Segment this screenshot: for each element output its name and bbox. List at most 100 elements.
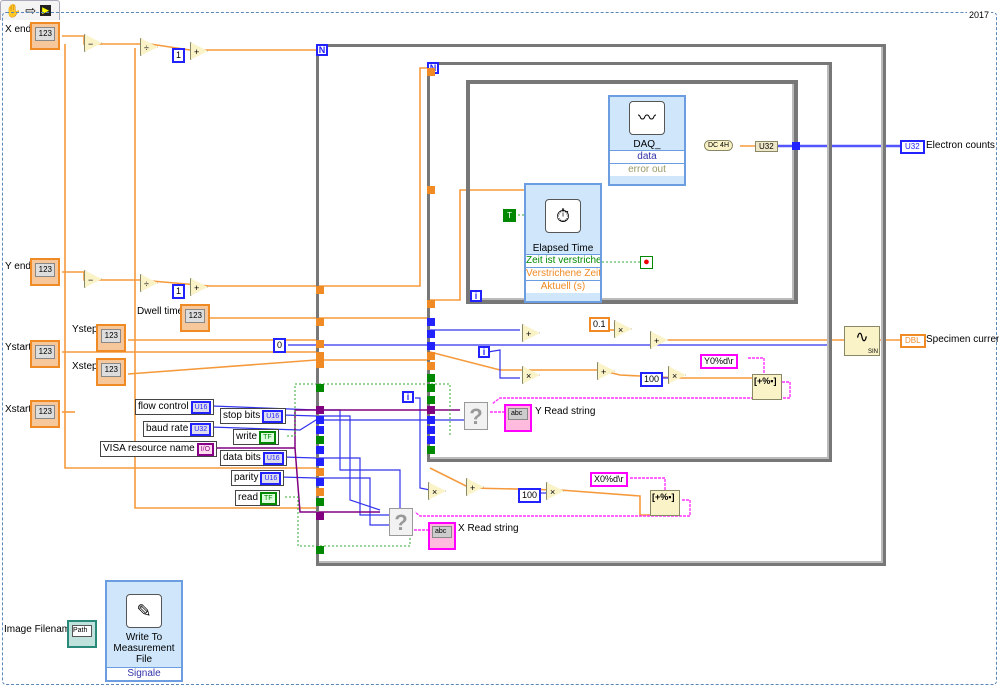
type-tag: U16 bbox=[262, 451, 284, 465]
specimen-current-indicator: DBL bbox=[900, 334, 926, 348]
flow-control-label: flow control bbox=[138, 401, 189, 412]
constant-hundred[interactable]: 100 bbox=[518, 488, 542, 503]
loop-tunnel bbox=[316, 352, 324, 360]
elapsed-time-node[interactable]: ⏱ Elapsed Time Zeit ist verstrichen Vers… bbox=[524, 183, 602, 303]
loop-tunnel bbox=[316, 436, 324, 444]
read-control[interactable]: read TF bbox=[235, 490, 280, 506]
x-end-control[interactable]: 123 bbox=[30, 22, 60, 50]
x-format-string[interactable]: X0%d\r bbox=[590, 472, 628, 487]
xstep-value: 123 bbox=[101, 363, 121, 377]
daq-assistant-node[interactable]: 〰 DAQ_ data error out bbox=[608, 95, 686, 186]
write-measurement-file-node[interactable]: ✎ Write To Measurement File Signale bbox=[105, 580, 183, 682]
data-bits-label: data bits bbox=[223, 452, 261, 463]
format-into-string-node[interactable]: [+%▪] bbox=[752, 374, 782, 400]
loop-tunnel bbox=[316, 458, 324, 466]
convert-dynamic-data-node[interactable]: DC 4H bbox=[704, 140, 734, 151]
dwell-time-control[interactable]: 123 bbox=[180, 304, 210, 332]
xstart-control[interactable]: 123 bbox=[30, 400, 60, 428]
loop-tunnel bbox=[427, 300, 435, 308]
x-read-string-indicator: abc bbox=[428, 522, 456, 550]
ystart-control[interactable]: 123 bbox=[30, 340, 60, 368]
write-label: write bbox=[236, 431, 258, 442]
daq-error-out-terminal[interactable]: error out bbox=[610, 163, 684, 176]
baud-rate-label: baud rate bbox=[146, 423, 189, 434]
y-end-label: Y end bbox=[5, 261, 31, 272]
sine-waveform-node[interactable]: ∿ SIN bbox=[844, 326, 880, 356]
while-iteration-terminal: i bbox=[470, 290, 482, 302]
specimen-current-label: Specimen current bbox=[926, 334, 999, 345]
data-bits-control[interactable]: data bits U16 bbox=[220, 450, 287, 466]
ystep-control[interactable]: 123 bbox=[96, 324, 126, 352]
type-tag: TF bbox=[260, 491, 277, 505]
dwell-time-label: Dwell time bbox=[137, 306, 184, 317]
type-tag: U16 bbox=[260, 471, 282, 485]
version-label: 2017 bbox=[966, 10, 991, 20]
daq-data-terminal[interactable]: data bbox=[610, 150, 684, 163]
constant-one[interactable]: 1 bbox=[172, 284, 186, 299]
loop-tunnel bbox=[427, 374, 435, 382]
stop-condition-terminal[interactable]: ● bbox=[640, 256, 653, 269]
inner-iteration-terminal: i bbox=[478, 346, 490, 358]
write-file-title: Write To Measurement File bbox=[113, 632, 175, 665]
type-tag: I/O bbox=[196, 442, 215, 456]
visa-resource-control[interactable]: VISA resource name I/O bbox=[100, 441, 218, 457]
elapsed-time-terminal[interactable]: Verstrichene Zeit bbox=[526, 267, 600, 280]
loop-tunnel bbox=[427, 362, 435, 370]
signals-terminal[interactable]: Signale bbox=[107, 667, 181, 680]
loop-tunnel bbox=[316, 384, 324, 392]
loop-tunnel bbox=[427, 436, 435, 444]
loop-tunnel bbox=[427, 406, 435, 414]
loop-tunnel bbox=[316, 446, 324, 454]
format-into-string-node[interactable]: [+%▪] bbox=[650, 490, 680, 516]
parity-control[interactable]: parity U16 bbox=[231, 470, 285, 486]
constant-point-one[interactable]: 0.1 bbox=[589, 317, 610, 332]
write-control[interactable]: write TF bbox=[233, 429, 279, 445]
loop-tunnel bbox=[316, 416, 324, 424]
stopwatch-icon: ⏱ bbox=[545, 199, 581, 233]
time-elapsed-terminal[interactable]: Zeit ist verstrichen bbox=[526, 254, 600, 267]
parity-label: parity bbox=[234, 472, 259, 483]
loop-tunnel bbox=[427, 446, 435, 454]
image-filename-value: Path bbox=[72, 625, 92, 637]
present-terminal[interactable]: Aktuell (s) bbox=[526, 280, 600, 293]
x-serial-subvi[interactable]: ? bbox=[389, 508, 413, 536]
stop-bits-label: stop bits bbox=[223, 410, 261, 421]
loop-tunnel bbox=[316, 546, 324, 554]
y-format-string[interactable]: Y0%d\r bbox=[700, 354, 738, 369]
x-end-value: 123 bbox=[35, 27, 55, 41]
y-read-string-label: Y Read string bbox=[535, 406, 596, 417]
true-constant[interactable]: T bbox=[503, 209, 516, 222]
loop-tunnel bbox=[427, 396, 435, 404]
stop-bits-control[interactable]: stop bits U16 bbox=[220, 408, 287, 424]
type-tag: U16 bbox=[190, 400, 212, 414]
loop-tunnel bbox=[427, 318, 435, 326]
loop-tunnel bbox=[316, 360, 324, 368]
y-end-control[interactable]: 123 bbox=[30, 258, 60, 286]
loop-tunnel bbox=[427, 342, 435, 350]
baud-rate-control[interactable]: baud rate U32 bbox=[143, 421, 215, 437]
dwell-time-value: 123 bbox=[185, 309, 205, 323]
xstep-label: Xstep bbox=[72, 361, 98, 372]
constant-one[interactable]: 1 bbox=[172, 48, 186, 63]
xstart-label: Xstart bbox=[5, 404, 32, 415]
outer-loop-count-terminal[interactable]: N bbox=[316, 44, 328, 56]
visa-resource-label: VISA resource name bbox=[103, 443, 195, 454]
xstep-control[interactable]: 123 bbox=[96, 358, 126, 386]
flow-control-control[interactable]: flow control U16 bbox=[135, 399, 215, 415]
to-u32-node[interactable]: U32 bbox=[755, 141, 778, 152]
daq-icon: 〰 bbox=[629, 101, 665, 135]
ystart-label: Ystart bbox=[5, 342, 32, 353]
write-file-icon: ✎ bbox=[126, 594, 162, 628]
constant-zero[interactable]: 0 bbox=[273, 338, 287, 353]
ystart-value: 123 bbox=[35, 345, 55, 359]
y-read-string-value: abc bbox=[508, 408, 528, 420]
loop-tunnel bbox=[427, 416, 435, 424]
xstart-value: 123 bbox=[35, 405, 55, 419]
y-serial-subvi[interactable]: ? bbox=[464, 402, 488, 430]
sine-wave-icon: ∿ bbox=[855, 329, 869, 346]
read-label: read bbox=[238, 492, 259, 503]
loop-tunnel bbox=[316, 340, 324, 348]
constant-hundred[interactable]: 100 bbox=[640, 372, 664, 387]
image-filename-control[interactable]: Path bbox=[67, 620, 97, 648]
daq-title: DAQ_ bbox=[633, 139, 661, 150]
